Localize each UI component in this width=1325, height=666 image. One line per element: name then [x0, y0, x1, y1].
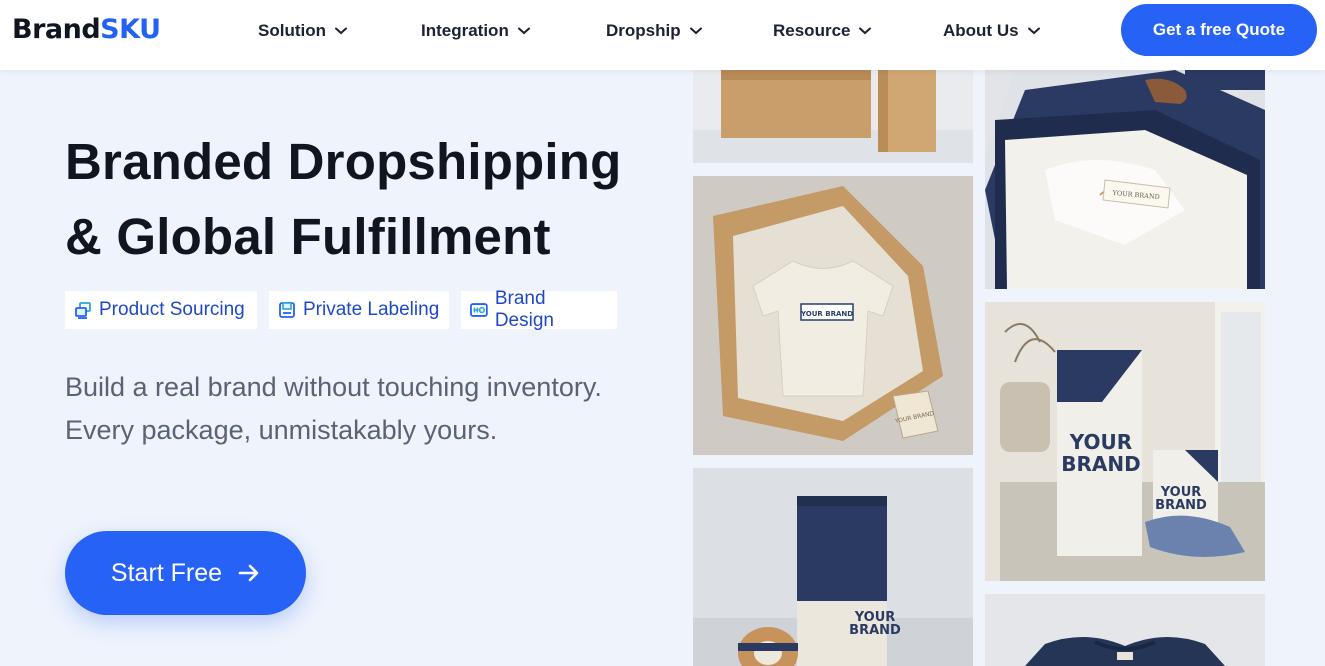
tag-private-labeling-label: Private Labeling [303, 299, 440, 320]
tall-box-label-line1: YOUR [1069, 430, 1132, 454]
hero-title: Branded Dropshipping & Global Fulfillmen… [65, 124, 675, 274]
navy-tshirt-image [985, 594, 1265, 666]
start-free-button[interactable]: Start Free [65, 531, 306, 615]
nav-solution-label: Solution [258, 21, 326, 40]
tag-private-labeling[interactable]: Private Labeling [269, 291, 449, 329]
tag-brand-design-label: Brand Design [494, 288, 554, 331]
small-box-label-line2: BRAND [1155, 498, 1207, 513]
nav-resource[interactable]: Resource [773, 20, 872, 42]
brand-logo[interactable]: BrandSKU [12, 14, 161, 46]
nav-about-us-label: About Us [943, 21, 1019, 40]
nav-integration-label: Integration [421, 21, 509, 40]
brand-logo-part2: SKU [100, 14, 161, 45]
nav-integration[interactable]: Integration [421, 20, 530, 42]
get-quote-button[interactable]: Get a free Quote [1121, 4, 1317, 56]
hero-title-line1: Branded Dropshipping [65, 133, 622, 190]
navy-tall-box-image: YOUR BRAND [693, 468, 973, 666]
tag-product-sourcing-label: Product Sourcing [99, 299, 245, 320]
hero-subtext-line1: Build a real brand without touching inve… [65, 372, 602, 402]
chevron-down-icon [517, 27, 530, 35]
hero-title-line2: & Global Fulfillment [65, 208, 551, 265]
tall-box-label-line2: BRAND [1061, 452, 1140, 476]
nav-resource-label: Resource [773, 21, 851, 40]
sourcing-icon [75, 302, 91, 319]
chevron-down-icon [859, 27, 872, 35]
start-free-label: Start Free [110, 558, 223, 587]
tag-brand-design[interactable]: Brand Design [461, 288, 617, 331]
nav-dropship-label: Dropship [606, 21, 681, 40]
chevron-down-icon [334, 27, 347, 35]
labeling-icon [279, 302, 295, 318]
chevron-down-icon [689, 27, 702, 35]
hero-subtext-line2: Every package, unmistakably yours. [65, 415, 498, 445]
tshirt-kraft-box-image: YOUR BRAND YOUR BRAND [693, 176, 973, 455]
site-header: BrandSKU Solution Integration Dropship R… [0, 0, 1325, 70]
nav-solution[interactable]: Solution [258, 20, 347, 42]
brand-logo-part1: Brand [12, 14, 101, 45]
design-icon [470, 303, 488, 317]
hero-subtext: Build a real brand without touching inve… [65, 366, 665, 452]
kraft-boxes-image [693, 70, 973, 163]
navy-gift-box-image: YOUR BRAND [985, 70, 1265, 289]
tag-product-sourcing[interactable]: Product Sourcing [65, 291, 257, 329]
tshirt-label-text: YOUR BRAND [800, 310, 853, 318]
nav-about-us[interactable]: About Us [943, 20, 1040, 42]
brand-boxes-image: YOUR BRAND YOUR BRAND [985, 302, 1265, 581]
nav-dropship[interactable]: Dropship [606, 20, 702, 42]
chevron-down-icon [1027, 27, 1040, 35]
bottom-box-label-line2: BRAND [849, 623, 901, 638]
arrow-right-icon [238, 564, 259, 582]
